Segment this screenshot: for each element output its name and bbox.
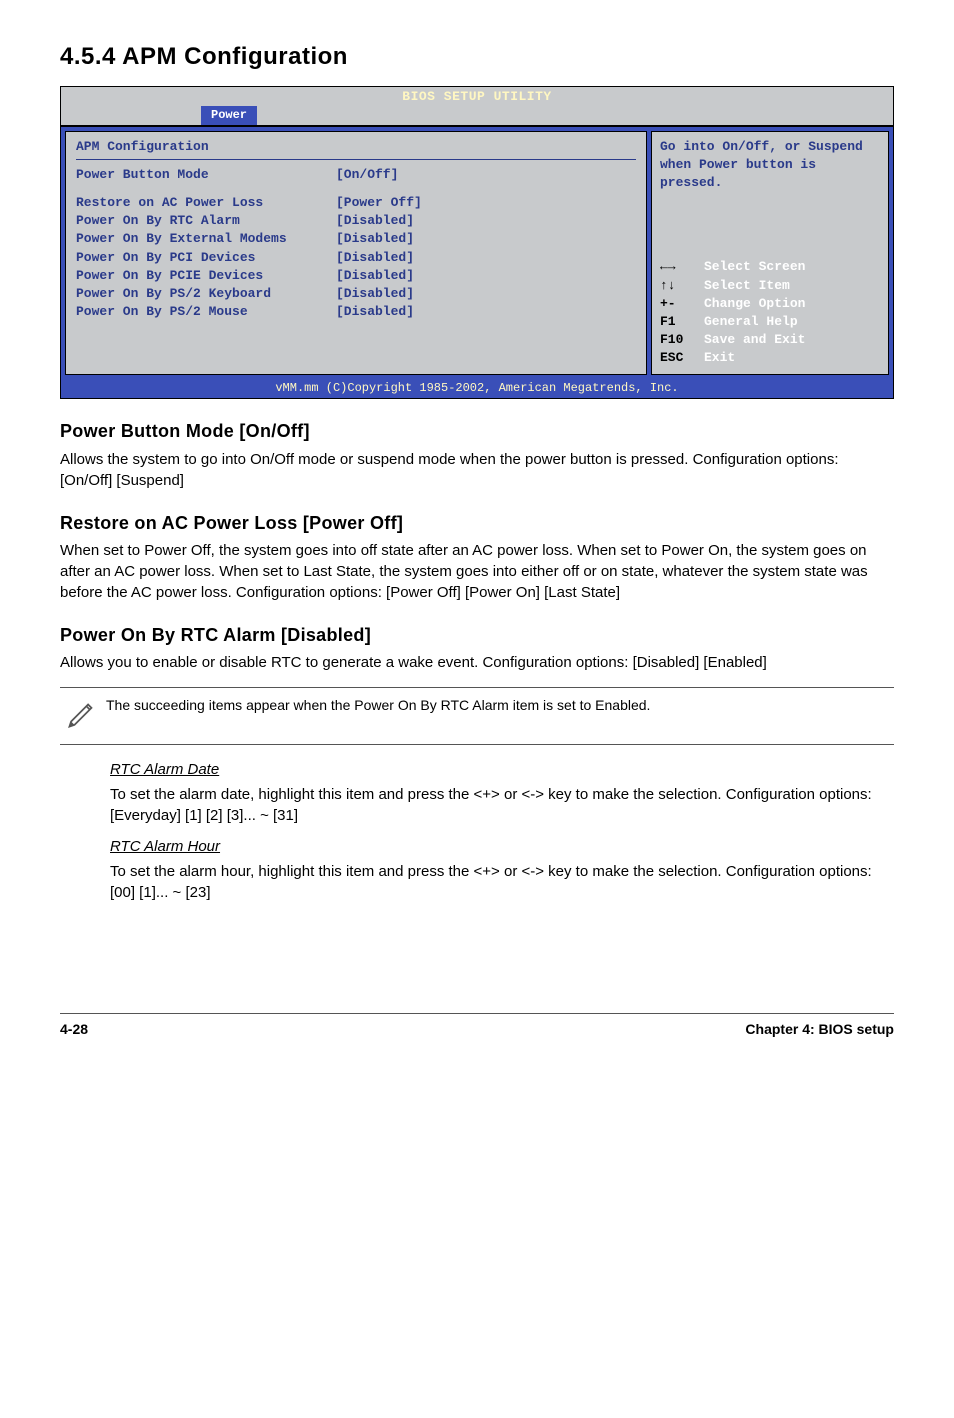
- subheading-power-rtc: Power On By RTC Alarm [Disabled]: [60, 623, 894, 648]
- paragraph: Allows the system to go into On/Off mode…: [60, 449, 894, 491]
- key-txt: Save and Exit: [704, 331, 805, 349]
- key-txt: Exit: [704, 349, 735, 367]
- key-sym: F10: [660, 331, 704, 349]
- note-text: The succeeding items appear when the Pow…: [106, 696, 894, 716]
- bios-row: Power On By RTC Alarm [Disabled]: [76, 212, 636, 230]
- bios-row-label: Power On By RTC Alarm: [76, 212, 336, 230]
- bios-row: Power On By External Modems [Disabled]: [76, 230, 636, 248]
- bios-key-row: ↑↓Select Item: [660, 277, 880, 295]
- bios-row-label: Power On By PS/2 Keyboard: [76, 285, 336, 303]
- bios-row: Restore on AC Power Loss [Power Off]: [76, 194, 636, 212]
- bios-row-value: [Disabled]: [336, 285, 414, 303]
- subheading-power-button-mode: Power Button Mode [On/Off]: [60, 419, 894, 444]
- bios-key-row: ESCExit: [660, 349, 880, 367]
- bios-row: Power On By PCI Devices [Disabled]: [76, 249, 636, 267]
- key-txt: Select Item: [704, 277, 790, 295]
- key-sym: F1: [660, 313, 704, 331]
- subheading-restore-ac: Restore on AC Power Loss [Power Off]: [60, 511, 894, 536]
- key-txt: Change Option: [704, 295, 805, 313]
- bios-row-value: [Power Off]: [336, 194, 422, 212]
- bios-row: Power On By PS/2 Keyboard [Disabled]: [76, 285, 636, 303]
- rtc-date-heading: RTC Alarm Date: [110, 759, 894, 780]
- rtc-hour-heading: RTC Alarm Hour: [110, 836, 894, 857]
- bios-row-label: Power On By PCIE Devices: [76, 267, 336, 285]
- pencil-note-icon: [60, 696, 106, 736]
- bios-row: Power On By PS/2 Mouse [Disabled]: [76, 303, 636, 321]
- bios-row-label: Restore on AC Power Loss: [76, 194, 336, 212]
- page-footer: 4-28 Chapter 4: BIOS setup: [60, 1013, 894, 1040]
- bios-divider: [76, 159, 636, 160]
- bios-row-value: [Disabled]: [336, 230, 414, 248]
- key-sym: ←→: [660, 258, 704, 276]
- bios-row-label: Power Button Mode: [76, 166, 336, 184]
- bios-help-text: Go into On/Off, or Suspend when Power bu…: [660, 138, 880, 193]
- bios-row-value: [On/Off]: [336, 166, 398, 184]
- bios-setup-screenshot: BIOS SETUP UTILITY Power APM Configurati…: [60, 86, 894, 400]
- page-number: 4-28: [60, 1020, 88, 1040]
- key-txt: General Help: [704, 313, 798, 331]
- key-sym: ESC: [660, 349, 704, 367]
- bios-row-value: [Disabled]: [336, 267, 414, 285]
- paragraph: To set the alarm hour, highlight this it…: [110, 861, 894, 903]
- bios-tab-row: Power: [61, 106, 893, 125]
- bios-row-label: Power On By External Modems: [76, 230, 336, 248]
- bios-row: Power Button Mode [On/Off]: [76, 166, 636, 184]
- bios-row-label: Power On By PS/2 Mouse: [76, 303, 336, 321]
- rtc-date-block: RTC Alarm Date To set the alarm date, hi…: [110, 759, 894, 826]
- spacer: [76, 184, 636, 194]
- rtc-hour-block: RTC Alarm Hour To set the alarm hour, hi…: [110, 836, 894, 903]
- bios-title: BIOS SETUP UTILITY: [61, 87, 893, 106]
- bios-body: APM Configuration Power Button Mode [On/…: [61, 125, 893, 379]
- bios-section-title: APM Configuration: [76, 138, 636, 156]
- bios-key-row: ←→Select Screen: [660, 258, 880, 276]
- bios-right-pane: Go into On/Off, or Suspend when Power bu…: [651, 131, 889, 375]
- bios-row-value: [Disabled]: [336, 212, 414, 230]
- bios-key-row: F10Save and Exit: [660, 331, 880, 349]
- paragraph: To set the alarm date, highlight this it…: [110, 784, 894, 826]
- bios-row: Power On By PCIE Devices [Disabled]: [76, 267, 636, 285]
- bios-key-row: F1General Help: [660, 313, 880, 331]
- bios-row-label: Power On By PCI Devices: [76, 249, 336, 267]
- paragraph: When set to Power Off, the system goes i…: [60, 540, 894, 603]
- key-sym: ↑↓: [660, 277, 704, 295]
- bios-key-row: +-Change Option: [660, 295, 880, 313]
- bios-title-text: BIOS SETUP UTILITY: [402, 89, 551, 104]
- note-block: The succeeding items appear when the Pow…: [60, 687, 894, 745]
- paragraph: Allows you to enable or disable RTC to g…: [60, 652, 894, 673]
- bios-key-legend: ←→Select Screen ↑↓Select Item +-Change O…: [660, 258, 880, 367]
- bios-footer: vMM.mm (C)Copyright 1985-2002, American …: [61, 379, 893, 399]
- section-heading: 4.5.4 APM Configuration: [60, 40, 894, 74]
- bios-tab-power: Power: [201, 106, 257, 125]
- chapter-label: Chapter 4: BIOS setup: [745, 1020, 894, 1040]
- bios-row-value: [Disabled]: [336, 249, 414, 267]
- key-txt: Select Screen: [704, 258, 805, 276]
- bios-left-pane: APM Configuration Power Button Mode [On/…: [65, 131, 647, 375]
- key-sym: +-: [660, 295, 704, 313]
- bios-row-value: [Disabled]: [336, 303, 414, 321]
